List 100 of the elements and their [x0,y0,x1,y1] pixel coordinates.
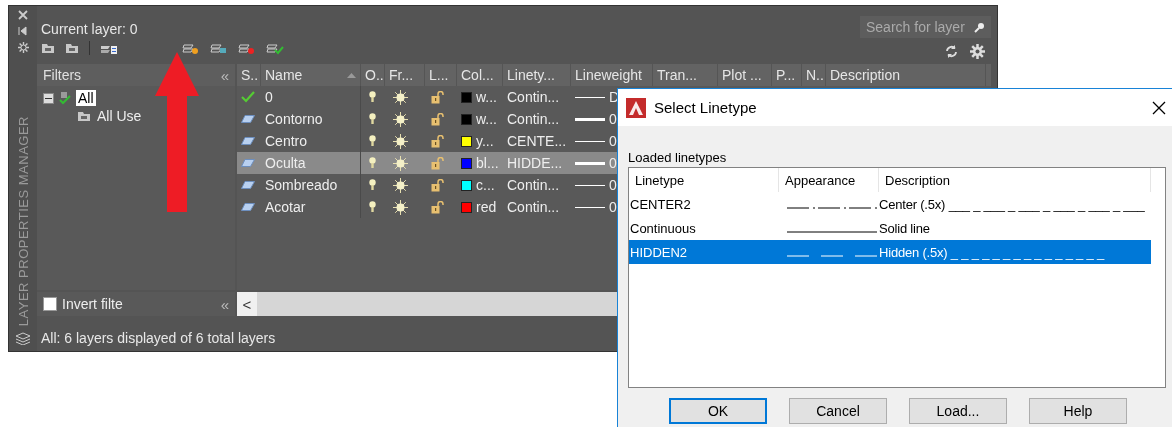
linetype-row[interactable]: Continuous Solid line [629,216,1151,240]
column-header[interactable]: Lineweight [575,67,642,83]
sun-icon[interactable] [393,133,408,149]
linetype-description: Center (.5x) ___ _ ___ _ ___ _ ___ _ ___ _ ___ [879,196,1145,212]
sun-icon[interactable] [393,199,408,215]
layers-icon[interactable] [15,332,31,345]
dialog-button[interactable]: OK [669,398,767,424]
collapse-icon[interactable] [43,92,54,104]
unlock-icon[interactable] [431,178,444,192]
bulb-icon[interactable] [369,179,376,191]
filter-check-icon [58,91,72,105]
column-header[interactable]: O.. [365,67,384,83]
filter-item[interactable]: All Use [95,108,144,124]
filter-folder-icon [77,110,91,122]
dialog-button[interactable]: Load... [909,398,1007,424]
set-current-icon[interactable] [266,41,284,55]
unlock-icon[interactable] [431,112,444,126]
linetype-name: HIDDEN2 [630,244,688,260]
refresh-icon[interactable] [945,45,958,58]
layer-name: Contorno [265,111,323,127]
layer-name: Centro [265,133,308,149]
linetype-name: Continuous [630,220,696,236]
settings-icon[interactable] [17,42,29,53]
search-icon [974,21,985,33]
color-swatch[interactable] [461,201,472,213]
lineweight-value[interactable]: 0 [609,111,617,127]
layer-name: Sombreado [265,177,338,193]
color-swatch[interactable] [461,135,472,147]
new-filter-icon[interactable] [41,42,55,54]
column-header[interactable]: Linetype [635,172,685,188]
linetype-name[interactable]: Contin... [507,111,560,127]
linetype-row[interactable]: CENTER2 Center (.5x) ___ _ ___ _ ___ _ ___ _ ___ _ ___ [629,192,1151,216]
column-header[interactable]: Description [830,67,901,83]
bulb-icon[interactable] [369,113,376,125]
folder-icon[interactable] [65,42,79,54]
linetype-name[interactable]: Contin... [507,89,560,105]
scroll-left-button[interactable]: < [237,292,257,316]
app-logo-icon [626,97,646,118]
current-layer-label: Current layer: 0 [41,21,139,37]
filters-title: Filters [43,67,82,83]
column-header[interactable]: P... [776,67,796,83]
collapse-button[interactable]: « [220,295,229,313]
color-swatch[interactable] [461,179,472,191]
color-name: red [476,199,497,215]
column-header[interactable]: N.. [806,67,824,83]
close-button[interactable] [1152,100,1166,115]
color-swatch[interactable] [461,91,472,103]
new-layer-icon[interactable] [182,41,200,55]
sun-icon[interactable] [393,89,408,105]
linetype-name[interactable]: CENTE... [507,133,567,149]
color-name: bl... [476,155,499,171]
linetype-name[interactable]: Contin... [507,199,560,215]
column-header[interactable]: L... [429,67,449,83]
column-header[interactable]: Description [885,172,951,188]
column-header[interactable]: Col... [461,67,494,83]
unlock-icon[interactable] [431,134,444,148]
search-field[interactable]: Search for layer [860,16,991,38]
status-text: All: 6 layers displayed of 6 total layers [40,329,277,346]
layer-icon [241,203,255,211]
color-swatch[interactable] [461,113,472,125]
new-layer-viewport-icon[interactable] [210,41,228,55]
filter-item[interactable]: All [76,90,96,106]
color-name: y... [476,133,494,149]
column-header[interactable]: Appearance [785,172,856,188]
bulb-icon[interactable] [369,157,376,169]
linetype-description: Solid line [879,220,930,236]
color-name: c... [476,177,495,193]
settings-icon[interactable] [970,44,985,59]
invert-filter-label: Invert filte [62,296,123,312]
column-header[interactable]: Tran... [657,67,697,83]
column-header[interactable]: Plot ... [722,67,762,83]
lineweight-value[interactable]: 0 [609,177,617,193]
column-header[interactable]: Name [265,67,303,83]
dialog-title: Select Linetype [654,99,757,116]
column-header[interactable]: Fr... [389,67,414,83]
sun-icon[interactable] [393,177,408,193]
bulb-icon[interactable] [369,201,376,213]
linetype-row[interactable]: HIDDEN2 Hidden (.5x) _ _ _ _ _ _ _ _ _ _ _ _ _ _ _ [629,240,1151,264]
bulb-icon[interactable] [369,135,376,147]
column-header[interactable]: Linety... [507,67,555,83]
color-swatch[interactable] [461,157,472,169]
list-label: Loaded linetypes [627,149,728,167]
linetype-description: Hidden (.5x) _ _ _ _ _ _ _ _ _ _ _ _ _ _ _ [879,244,1105,260]
sun-icon[interactable] [393,111,408,127]
unlock-icon[interactable] [431,90,444,104]
sun-icon[interactable] [393,155,408,171]
bulb-icon[interactable] [369,91,376,103]
layer-name: 0 [265,89,273,105]
lineweight-value[interactable]: 0 [609,133,617,149]
collapse-button[interactable]: « [220,66,229,84]
invert-filter-checkbox[interactable] [43,297,57,311]
unlock-icon[interactable] [431,200,444,214]
lineweight-value[interactable]: 0 [609,199,617,215]
column-header[interactable]: S.. [241,67,259,83]
linetype-list[interactable]: Linetype Appearance Description CENTER2 Center (.5x) ___ _ ___ _ ___ _ ___ _ ___ _ ___ Continuous Solid line HIDDEN2 Hidden (.5x) _ _ _ _ _ _ _ _ _ _ _ _ _ _ _ [628,167,1166,388]
dialog-button[interactable]: Help [1029,398,1127,424]
linetype-name[interactable]: Contin... [507,177,560,193]
dialog-button[interactable]: Cancel [789,398,887,424]
delete-layer-icon[interactable] [238,41,256,55]
close-icon[interactable] [18,10,28,20]
